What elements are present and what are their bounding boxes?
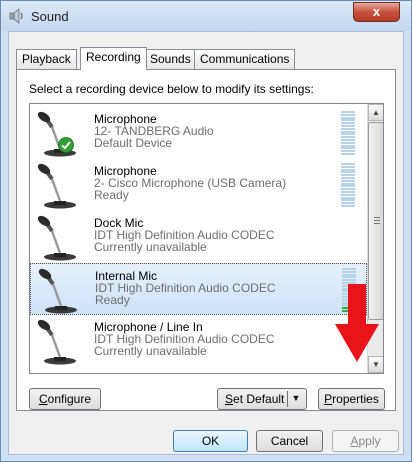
device-row[interactable]: Dock Mic IDT High Definition Audio CODEC C… bbox=[30, 211, 367, 263]
grip-icon bbox=[374, 217, 380, 224]
properties-label: roperties bbox=[332, 392, 379, 406]
close-button[interactable]: x bbox=[353, 2, 400, 22]
microphone-icon bbox=[37, 215, 76, 261]
tab-recording[interactable]: Recording bbox=[80, 47, 147, 70]
configure-accelerator: C bbox=[38, 392, 48, 406]
dialog-client-area: Playback Recording Sounds Communications… bbox=[8, 31, 404, 455]
sound-dialog: Sound x Playback Recording Sounds Commun… bbox=[0, 0, 412, 462]
apply-label: pply bbox=[358, 434, 381, 448]
device-status: Currently unavailable bbox=[94, 240, 207, 254]
tab-sounds[interactable]: Sounds bbox=[144, 49, 197, 69]
microphone-icon bbox=[37, 319, 76, 365]
device-row[interactable]: Microphone 12- TANDBERG Audio Default Devi… bbox=[30, 107, 367, 159]
apply-accelerator: A bbox=[350, 434, 359, 448]
device-status: Ready bbox=[94, 188, 129, 202]
set-default-button[interactable]: Set Default ▼ bbox=[217, 388, 307, 410]
microphone-icon bbox=[38, 268, 77, 314]
instruction-text: Select a recording device below to modif… bbox=[29, 82, 314, 96]
set-default-label: et Default bbox=[233, 392, 285, 406]
tab-playback[interactable]: Playback bbox=[16, 49, 77, 69]
window-title: Sound bbox=[31, 9, 69, 24]
device-row[interactable]: Microphone 2- Cisco Microphone (USB Camer… bbox=[30, 159, 367, 211]
green-check-icon bbox=[58, 137, 74, 153]
dropdown-arrow-icon[interactable]: ▼ bbox=[287, 391, 304, 407]
ok-button[interactable]: OK bbox=[173, 430, 248, 452]
level-meter bbox=[341, 111, 355, 155]
properties-accelerator: P bbox=[324, 392, 333, 406]
configure-button[interactable]: Configure bbox=[29, 388, 101, 410]
configure-label: onfigure bbox=[47, 392, 92, 406]
red-arrow-annotation bbox=[335, 284, 379, 362]
chevron-up-icon[interactable]: ▲ bbox=[368, 104, 383, 121]
level-meter bbox=[341, 163, 355, 207]
device-row[interactable]: Internal Mic IDT High Definition Audio CO… bbox=[30, 263, 367, 315]
microphone-icon bbox=[37, 163, 76, 209]
apply-button[interactable]: Apply bbox=[332, 430, 399, 452]
title-bar[interactable]: Sound x bbox=[1, 1, 411, 31]
properties-button[interactable]: Properties bbox=[318, 388, 385, 410]
cancel-button[interactable]: Cancel bbox=[256, 430, 323, 452]
set-default-accelerator: S bbox=[225, 392, 234, 406]
device-status: Default Device bbox=[94, 136, 173, 150]
device-status: Currently unavailable bbox=[94, 344, 207, 358]
speaker-icon bbox=[9, 8, 23, 24]
tab-communications[interactable]: Communications bbox=[194, 49, 296, 69]
device-row[interactable]: Microphone / Line In IDT High Definition … bbox=[30, 315, 367, 367]
recording-device-list[interactable]: Microphone 12- TANDBERG Audio Default Devi… bbox=[29, 103, 384, 374]
device-status: Ready bbox=[95, 293, 130, 307]
